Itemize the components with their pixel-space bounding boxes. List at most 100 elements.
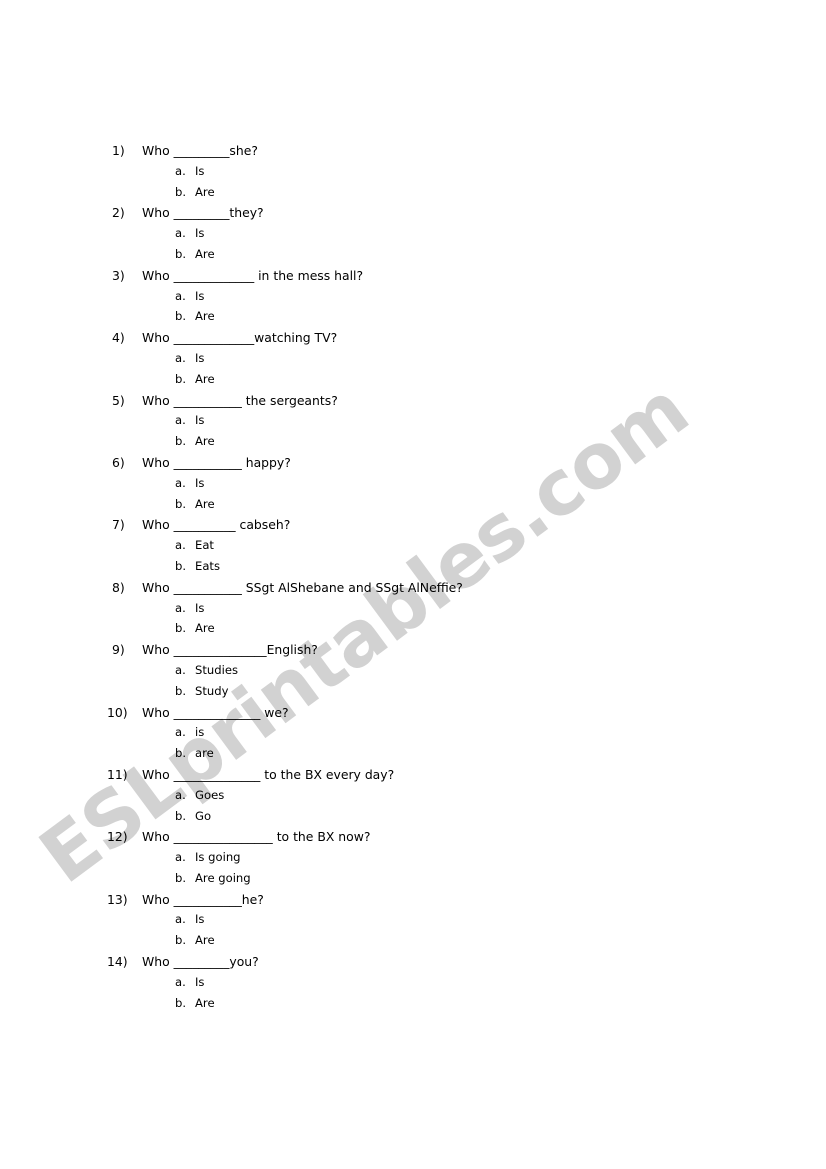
option-label: b. bbox=[175, 808, 187, 823]
option-label: a. bbox=[175, 538, 186, 553]
answer-option[interactable]: a. Is bbox=[112, 289, 772, 310]
answer-option[interactable]: b. Are bbox=[112, 372, 772, 393]
question-prefix: Who bbox=[142, 517, 174, 533]
answer-blank[interactable]: __________ bbox=[174, 517, 236, 532]
question-suffix: SSgt AlShebane and SSgt AlNeffie? bbox=[241, 579, 463, 595]
question-number: 12) bbox=[107, 829, 128, 845]
option-text: Is bbox=[195, 413, 205, 428]
question-suffix: happy? bbox=[241, 454, 291, 470]
answer-blank[interactable]: ________________ bbox=[174, 829, 273, 844]
question-line: 10) Who ______________ we? bbox=[107, 704, 772, 726]
answer-option[interactable]: b. Are bbox=[112, 185, 772, 206]
answer-option[interactable]: a. Studies bbox=[112, 663, 772, 684]
answer-option[interactable]: b. Are bbox=[112, 434, 772, 455]
option-label: a. bbox=[175, 226, 186, 241]
question-number: 6) bbox=[112, 454, 125, 470]
question-item: 8) Who ___________ SSgt AlShebane and SSg… bbox=[112, 580, 772, 642]
answer-option[interactable]: a. Is bbox=[112, 601, 772, 622]
answer-blank[interactable]: ______________ bbox=[174, 767, 261, 782]
answer-blank[interactable]: ___________ bbox=[174, 393, 242, 408]
question-prefix: Who bbox=[142, 330, 174, 346]
answer-option[interactable]: b. Are bbox=[112, 309, 772, 330]
answer-option[interactable]: a. is bbox=[112, 725, 772, 746]
question-line: 3) Who _____________ in the mess hall? bbox=[112, 268, 772, 289]
answer-blank[interactable]: _______________ bbox=[174, 642, 267, 657]
question-number: 10) bbox=[107, 704, 128, 720]
answer-option[interactable]: a. Eat bbox=[112, 538, 772, 559]
answer-option[interactable]: a. Is going bbox=[112, 850, 772, 871]
answer-option[interactable]: b. Are bbox=[112, 247, 772, 268]
answer-option[interactable]: b. Eats bbox=[112, 559, 772, 580]
answer-blank[interactable]: _____________ bbox=[174, 330, 255, 345]
question-line: 8) Who ___________ SSgt AlShebane and SSg… bbox=[112, 580, 772, 601]
question-line: 11) Who ______________ to the BX every da… bbox=[107, 767, 772, 788]
option-text: Go bbox=[195, 808, 212, 823]
option-text: Eats bbox=[195, 558, 221, 573]
option-text: Are bbox=[195, 621, 215, 636]
answer-option[interactable]: a. Is bbox=[112, 413, 772, 434]
question-item: 4) Who _____________ watching TV? a. Is b. Are bbox=[112, 330, 772, 392]
question-suffix: watching TV? bbox=[254, 330, 338, 346]
answer-blank[interactable]: ___________ bbox=[174, 580, 242, 595]
option-label: a. bbox=[175, 288, 186, 303]
option-text: Are bbox=[195, 246, 215, 261]
option-label: b. bbox=[175, 870, 187, 885]
question-item: 1) Who _________ she? a. Is b. Are bbox=[112, 143, 772, 205]
answer-option[interactable]: b. Go bbox=[112, 809, 772, 830]
option-label: a. bbox=[175, 912, 186, 927]
answer-option[interactable]: b. Are bbox=[112, 621, 772, 642]
answer-blank[interactable]: _________ bbox=[174, 205, 230, 220]
question-suffix: English? bbox=[266, 642, 318, 658]
answer-blank[interactable]: ___________ bbox=[174, 892, 242, 907]
option-label: b. bbox=[175, 184, 187, 199]
question-prefix: Who bbox=[142, 891, 174, 907]
answer-option[interactable]: a. Goes bbox=[112, 788, 772, 809]
answer-option[interactable]: b. Are going bbox=[112, 871, 772, 892]
answer-blank[interactable]: ___________ bbox=[174, 455, 242, 470]
option-label: a. bbox=[175, 850, 186, 865]
question-prefix: Who bbox=[142, 704, 174, 720]
question-item: 11) Who ______________ to the BX every da… bbox=[107, 767, 772, 830]
question-number: 13) bbox=[107, 891, 128, 907]
question-number: 7) bbox=[112, 517, 125, 533]
question-suffix: you? bbox=[229, 954, 259, 970]
answer-blank[interactable]: _____________ bbox=[174, 268, 255, 283]
answer-option[interactable]: b. Are bbox=[112, 996, 772, 1017]
question-number: 11) bbox=[107, 766, 128, 782]
question-item: 5) Who ___________ the sergeants? a. Is b. Ar… bbox=[112, 393, 772, 455]
answer-option[interactable]: b. Are bbox=[112, 497, 772, 518]
answer-blank[interactable]: _________ bbox=[174, 143, 230, 158]
question-number: 5) bbox=[112, 392, 125, 408]
option-label: b. bbox=[175, 746, 187, 761]
worksheet-content: 1) Who _________ she? a. Is b. Are 2) Who ______… bbox=[0, 0, 826, 1169]
question-suffix: cabseh? bbox=[235, 517, 291, 533]
option-label: b. bbox=[175, 558, 187, 573]
question-line: 1) Who _________ she? bbox=[112, 143, 772, 164]
option-label: a. bbox=[175, 413, 186, 428]
answer-option[interactable]: a. Is bbox=[112, 164, 772, 185]
question-line: 5) Who ___________ the sergeants? bbox=[112, 393, 772, 414]
question-line: 4) Who _____________ watching TV? bbox=[112, 330, 772, 351]
answer-option[interactable]: b. Are bbox=[112, 933, 772, 954]
question-line: 6) Who ___________ happy? bbox=[112, 455, 772, 476]
answer-blank[interactable]: _________ bbox=[174, 954, 230, 969]
option-text: Studies bbox=[195, 662, 239, 677]
question-number: 14) bbox=[107, 954, 128, 970]
option-text: Is bbox=[195, 226, 205, 241]
option-label: a. bbox=[175, 787, 186, 802]
answer-blank[interactable]: ______________ bbox=[174, 705, 261, 720]
answer-option[interactable]: b. are bbox=[112, 746, 772, 767]
answer-option[interactable]: b. Study bbox=[112, 684, 772, 705]
question-suffix: to the BX now? bbox=[272, 829, 371, 845]
option-text: Are bbox=[195, 434, 215, 449]
answer-option[interactable]: a. Is bbox=[112, 226, 772, 247]
question-item: 7) Who __________ cabseh? a. Eat b. Eats bbox=[112, 517, 772, 579]
option-label: b. bbox=[175, 309, 187, 324]
answer-option[interactable]: a. Is bbox=[112, 351, 772, 372]
option-label: b. bbox=[175, 246, 187, 261]
answer-option[interactable]: a. Is bbox=[112, 975, 772, 996]
option-text: Are bbox=[195, 933, 215, 948]
answer-option[interactable]: a. Is bbox=[112, 476, 772, 497]
question-suffix: the sergeants? bbox=[241, 392, 338, 408]
answer-option[interactable]: a. Is bbox=[112, 912, 772, 933]
